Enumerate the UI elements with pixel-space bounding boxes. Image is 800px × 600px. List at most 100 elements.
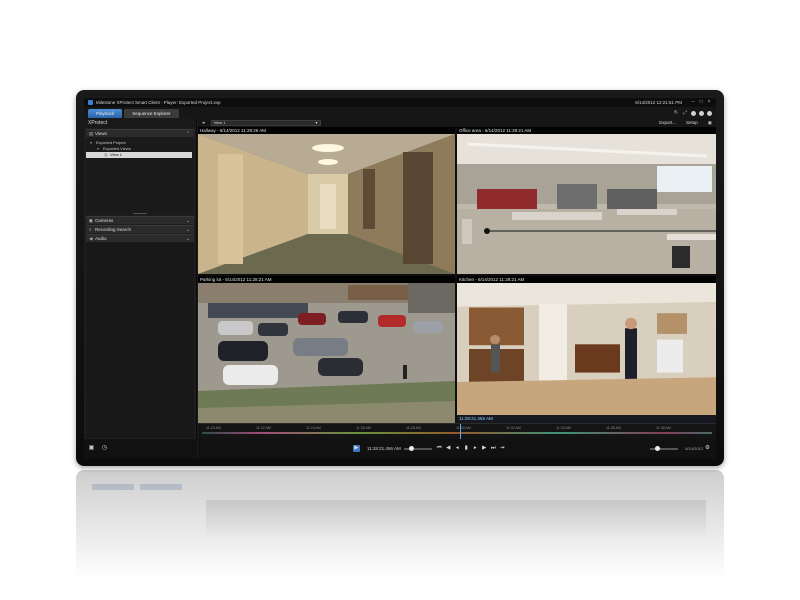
camera-label: Kitchen - 6/14/2012 11:28:21 AM <box>457 276 716 283</box>
window-title: Milestone XProtect Smart Client - Player… <box>96 100 221 105</box>
app-icon <box>88 100 93 105</box>
recording-search-label: Recording Search <box>95 227 132 232</box>
pin-icon[interactable]: ⇱ <box>673 111 679 116</box>
chevron-down-icon[interactable]: ⌄ <box>186 227 191 233</box>
playback-timestamp: 11:28:21.456 AM <box>459 416 493 421</box>
audio-panel-header[interactable]: ◀ Audio ⌄ <box>86 234 194 242</box>
camera-view-kitchen[interactable]: Kitchen - 6/14/2012 11:28:21 AM 11:28:21… <box>457 276 716 423</box>
hallway-image <box>198 134 455 274</box>
cameras-label: Cameras <box>95 218 114 223</box>
export-button[interactable]: Export... <box>659 120 676 125</box>
audio-label: Audio <box>95 236 107 241</box>
help-icon[interactable] <box>707 111 712 116</box>
chevron-up-icon[interactable]: ⌃ <box>186 131 191 137</box>
settings-gear-icon[interactable]: ⚙ <box>704 445 711 452</box>
camera-toggle-icon[interactable]: ▣ <box>88 445 95 452</box>
clock: 6/14/2012 12:21:51 PM <box>635 100 682 105</box>
views-label: Views <box>95 131 107 136</box>
tabbar-tools: ⇱ ⤢ <box>670 109 716 118</box>
view-toolbar: ◂ View 1 ▾ Export... Setup ▣ <box>198 118 716 127</box>
chevron-down-icon[interactable]: ⌄ <box>186 236 191 242</box>
chevron-down-icon[interactable]: ⌄ <box>186 218 191 224</box>
reflection-tab <box>92 484 134 490</box>
office-image <box>457 134 716 274</box>
timeline-tick-label: 11:34 AM <box>556 426 571 430</box>
timeline-tick-label: 11:24 AM <box>306 426 321 430</box>
back-icon[interactable]: ◂ <box>202 120 205 126</box>
sidebar: XProtect ▤ Views ⌃ ▾ Exported Project ▾ Ex… <box>84 118 197 458</box>
play-mode-icon[interactable]: ▶ <box>353 445 360 452</box>
playback-controls: ▶ 11:28:21.456 AM ⏮ ◀ ◂ ▮ ▸ ▶ ⏭ ⇥ 6/14/2… <box>198 439 716 458</box>
camera-view-hallway[interactable]: Hallway - 6/14/2012 11:28:26 AM <box>198 127 455 274</box>
playback-time: 11:28:21.456 AM <box>367 446 401 451</box>
timeline-tick-label: 11:36 AM <box>606 426 621 430</box>
views-tree: ▾ Exported Project ▾ Exported Views ▦ View … <box>86 137 194 215</box>
play-backward-icon[interactable]: ◂ <box>454 445 461 452</box>
minimize-icon[interactable]: – <box>690 100 696 105</box>
view-selector[interactable]: View 1 ▾ <box>210 119 321 126</box>
playback-timestamp-strip: 11:28:21.456 AM <box>457 415 716 423</box>
camera-grid: Hallway - 6/14/2012 11:28:26 AM Office a… <box>198 127 716 423</box>
slider-knob[interactable] <box>408 446 414 451</box>
step-forward-icon[interactable]: ▶ <box>481 445 488 452</box>
tab-playback[interactable]: Playback <box>88 109 123 118</box>
camera-view-office-area[interactable]: Office area - 6/14/2012 11:28:21 AM <box>457 127 716 274</box>
kitchen-image <box>457 283 716 415</box>
title-bar: Milestone XProtect Smart Client - Player… <box>84 98 716 107</box>
maximize-icon[interactable]: □ <box>698 100 704 105</box>
sidebar-bottom-bar: ▣ ◷ <box>84 439 197 458</box>
setup-button[interactable]: Setup <box>686 120 698 125</box>
recording-search-panel-header[interactable]: ⌕ Recording Search ⌄ <box>86 225 194 233</box>
monitor-frame: Milestone XProtect Smart Client - Player… <box>76 90 724 466</box>
tree-item-view-1[interactable]: ▦ View 1 <box>86 152 192 158</box>
stage: Milestone XProtect Smart Client - Player… <box>0 0 800 600</box>
tab-sequence-explorer[interactable]: Sequence Explorer <box>124 109 179 118</box>
camera-label: Hallway - 6/14/2012 11:28:26 AM <box>198 127 455 134</box>
reflection-tabs <box>92 484 182 490</box>
camera-label: Parking lot - 6/14/2012 11:28:21 AM <box>198 276 455 283</box>
timeline-tick-label: 11:30 AM <box>456 426 471 430</box>
cameras-panel-header[interactable]: ◼ Cameras ⌄ <box>86 216 194 224</box>
camera-view-parking-lot[interactable]: Parking lot - 6/14/2012 11:28:21 AM <box>198 276 455 423</box>
tree-item-label: Exported Project <box>96 140 126 145</box>
skip-start-icon[interactable]: ⏮ <box>436 445 443 452</box>
timeline-track[interactable] <box>202 432 712 434</box>
chevron-down-icon: ▾ <box>315 120 318 125</box>
play-forward-icon[interactable]: ▸ <box>472 445 479 452</box>
timeline-tick-label: 11:22 AM <box>256 426 271 430</box>
tree-item-label: View 1 <box>110 152 122 157</box>
reflection-tab <box>140 484 182 490</box>
status-icon[interactable] <box>691 111 696 116</box>
clock-icon[interactable]: ◷ <box>101 445 108 452</box>
pause-icon[interactable]: ▮ <box>463 445 470 452</box>
zoom-slider[interactable] <box>650 446 679 451</box>
resize-grip[interactable] <box>133 213 147 214</box>
slider-knob[interactable] <box>655 446 661 451</box>
views-panel-header[interactable]: ▤ Views ⌃ <box>86 129 194 137</box>
timeline-tick-label: 11:28 AM <box>406 426 421 430</box>
screen: Milestone XProtect Smart Client - Player… <box>84 98 716 458</box>
camera-label: Office area - 6/14/2012 11:28:21 AM <box>457 127 716 134</box>
sidebar-header: XProtect <box>84 118 196 128</box>
next-sequence-icon[interactable]: ⇥ <box>499 445 506 452</box>
speed-slider[interactable] <box>403 446 432 451</box>
settings-icon[interactable] <box>699 111 704 116</box>
reflection-strip <box>206 500 706 540</box>
step-back-icon[interactable]: ◀ <box>445 445 452 452</box>
timeline-tick-label: 11:26 AM <box>356 426 371 430</box>
view-toolbar-actions: Export... Setup ▣ <box>659 120 712 126</box>
fullscreen-view-icon[interactable]: ▣ <box>708 120 712 126</box>
fullscreen-icon[interactable]: ⤢ <box>682 111 688 116</box>
timeline-tick-label: 11:20 AM <box>206 426 221 430</box>
skip-end-icon[interactable]: ⏭ <box>490 445 497 452</box>
sidebar-empty-area <box>86 242 194 438</box>
parking-image <box>198 283 455 423</box>
close-icon[interactable]: × <box>706 100 712 105</box>
timeline-tick-label: 11:38 AM <box>656 426 671 430</box>
view-selector-value: View 1 <box>213 120 226 125</box>
timeline-tick-label: 11:32 AM <box>506 426 521 430</box>
timeline[interactable]: 11:20 AM 11:22 AM 11:24 AM 11:26 AM 11:28 AM… <box>198 423 716 440</box>
playback-date: 6/14/2012 <box>685 446 703 451</box>
timeline-cursor[interactable] <box>460 424 461 440</box>
monitor-reflection <box>76 470 724 580</box>
